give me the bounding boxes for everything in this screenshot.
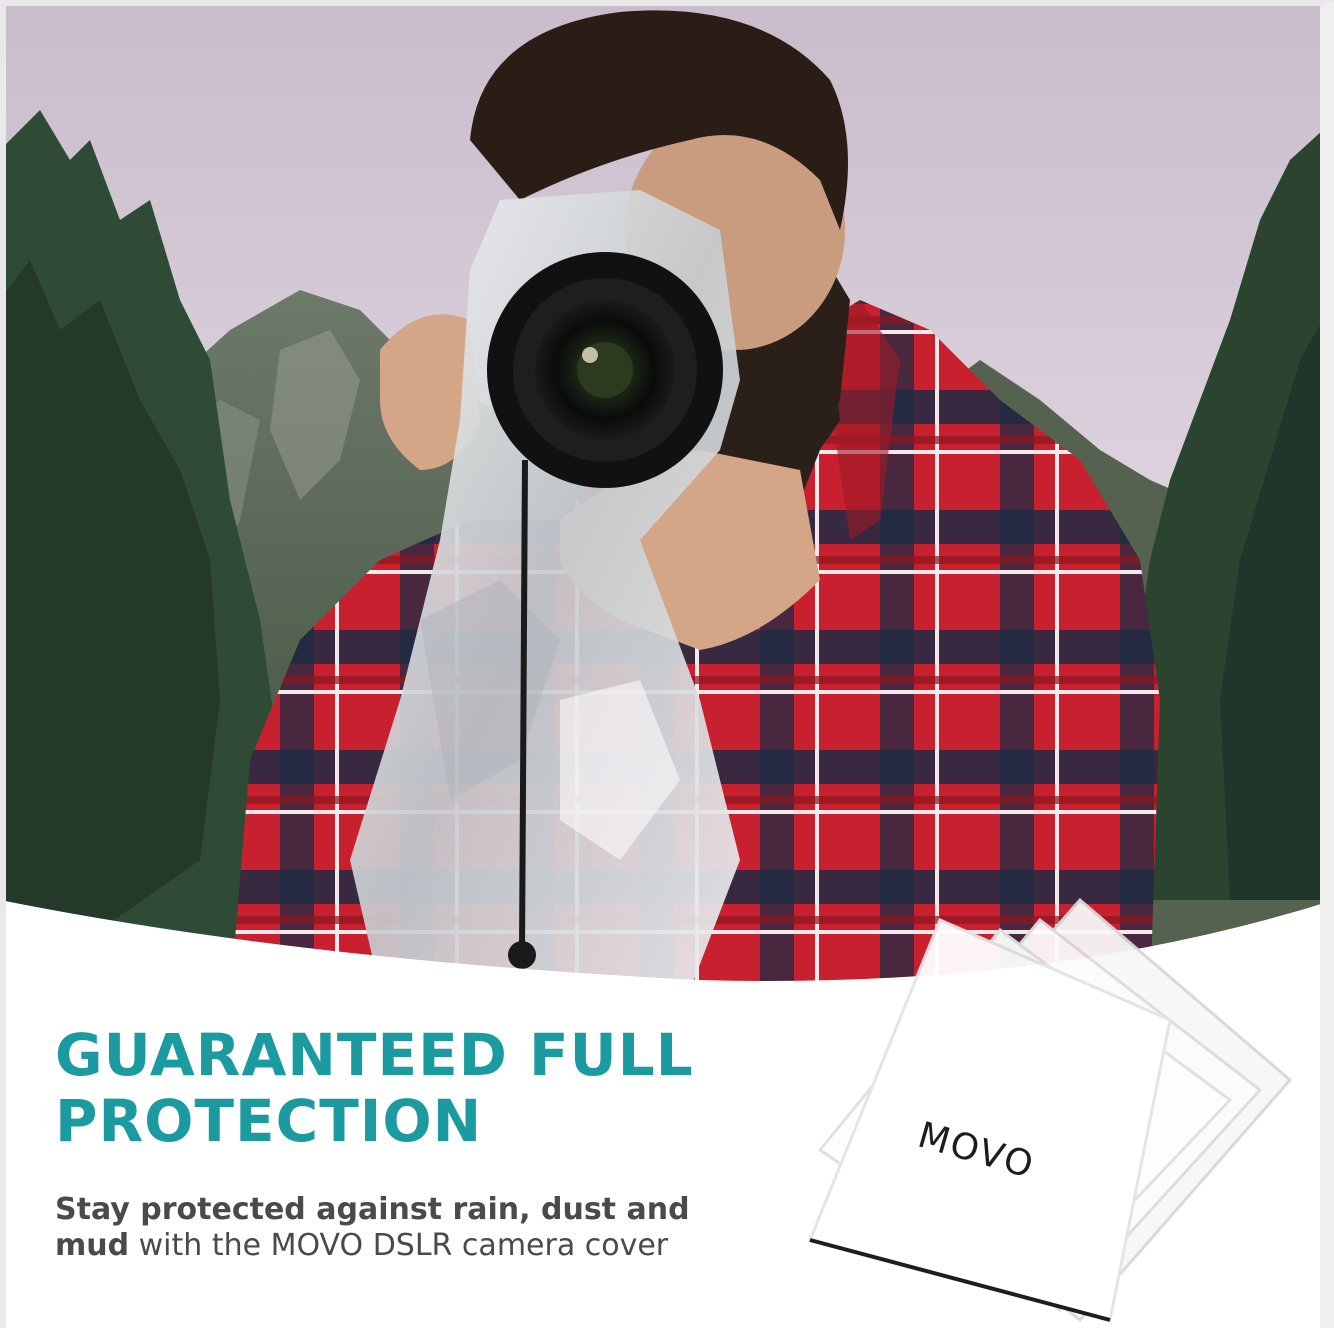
subtitle-bold-line-1: Stay protected against rain, dust and [55,1192,690,1227]
subtitle-bold-line-2: mud [55,1228,130,1263]
product-banner: MOVO GUARANTEED FULL PROTECTION Stay pro… [0,0,1334,1328]
headline-line-2: PROTECTION [55,1087,483,1155]
headline: GUARANTEED FULL PROTECTION [55,1022,755,1154]
copy-block: GUARANTEED FULL PROTECTION Stay protecte… [55,1022,755,1264]
subtitle: Stay protected against rain, dust and mu… [55,1192,755,1264]
hero-photo [0,0,1334,1000]
subtitle-normal: with the MOVO DSLR camera cover [129,1228,669,1263]
rain-cover-pack-image: MOVO [807,897,1293,1323]
headline-line-1: GUARANTEED FULL [55,1021,694,1089]
